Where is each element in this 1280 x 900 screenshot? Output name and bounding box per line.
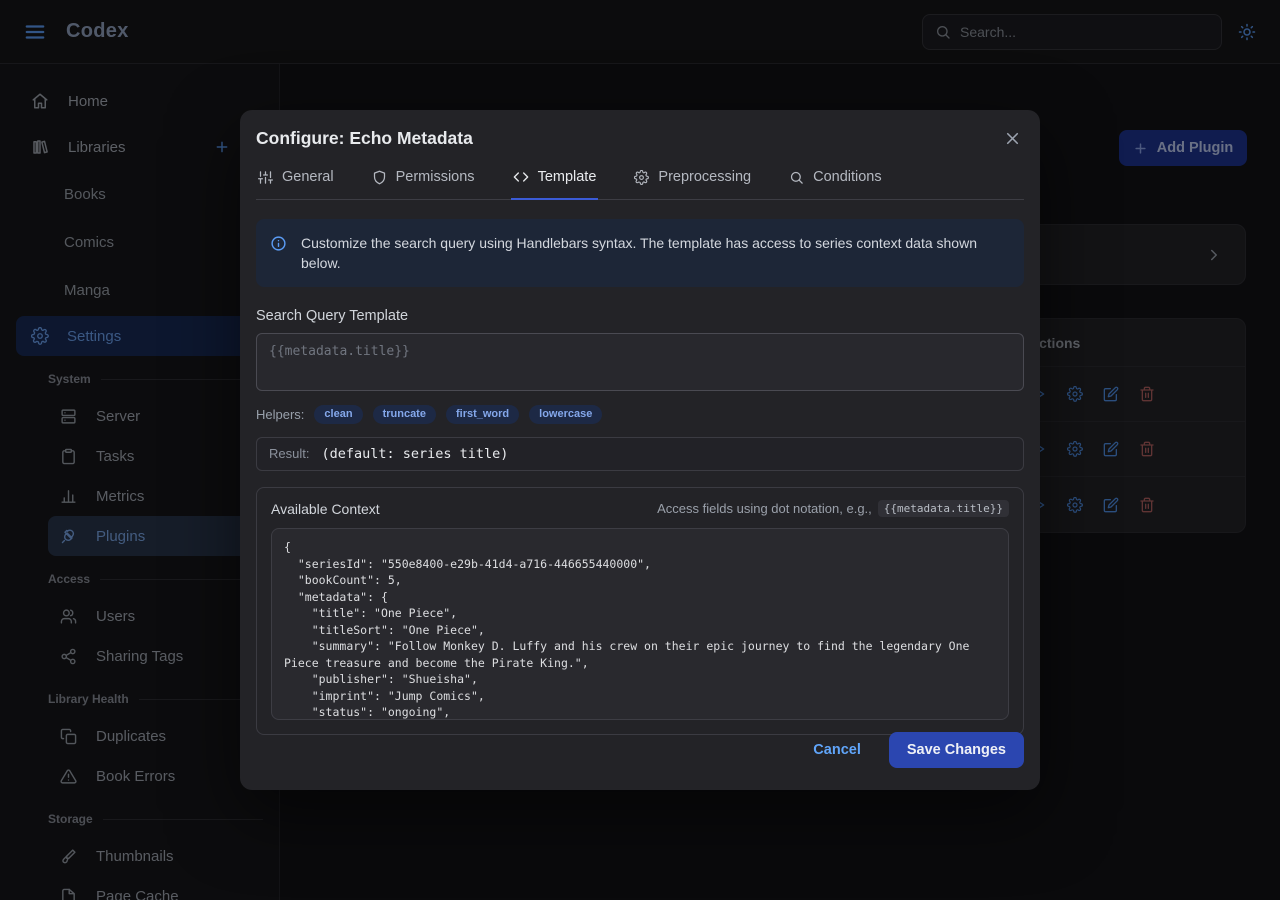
tab-label: Preprocessing — [658, 169, 751, 185]
helpers-row: Helpers: clean truncate first_word lower… — [256, 405, 1024, 424]
tab-preprocessing[interactable]: Preprocessing — [632, 167, 753, 200]
gear-icon — [634, 170, 649, 185]
helper-badge-clean[interactable]: clean — [314, 405, 362, 424]
info-banner-text: Customize the search query using Handleb… — [301, 233, 1004, 273]
helper-badge-lowercase[interactable]: lowercase — [529, 405, 602, 424]
tab-label: Template — [538, 169, 597, 185]
dialog-tabs: General Permissions Template Preprocessi… — [256, 167, 1024, 200]
context-json-viewer[interactable]: { "seriesId": "550e8400-e29b-41d4-a716-4… — [271, 528, 1009, 720]
info-icon — [270, 235, 287, 273]
cancel-button[interactable]: Cancel — [813, 742, 861, 758]
dialog-footer: Cancel Save Changes — [813, 732, 1024, 768]
search-query-template-label: Search Query Template — [256, 308, 1024, 324]
configure-plugin-dialog: Configure: Echo Metadata General Permiss… — [240, 110, 1040, 790]
tab-conditions[interactable]: Conditions — [787, 167, 884, 200]
tab-general[interactable]: General — [256, 167, 336, 200]
search-query-template-input[interactable] — [256, 333, 1024, 391]
result-preview: Result: (default: series title) — [256, 437, 1024, 471]
dialog-title: Configure: Echo Metadata — [256, 128, 473, 149]
shield-icon — [372, 170, 387, 185]
info-banner: Customize the search query using Handleb… — [256, 219, 1024, 287]
tab-label: Conditions — [813, 169, 882, 185]
tab-template[interactable]: Template — [511, 167, 599, 200]
result-value: (default: series title) — [321, 446, 508, 462]
code-icon — [513, 169, 529, 185]
save-changes-button[interactable]: Save Changes — [889, 732, 1024, 768]
search-icon — [789, 170, 804, 185]
tab-label: General — [282, 169, 334, 185]
tab-label: Permissions — [396, 169, 475, 185]
context-hint-code: {{metadata.title}} — [878, 500, 1009, 517]
available-context-title: Available Context — [271, 501, 380, 517]
available-context-panel: Available Context Access fields using do… — [256, 487, 1024, 735]
context-hint-text: Access fields using dot notation, e.g., — [657, 501, 872, 516]
tab-permissions[interactable]: Permissions — [370, 167, 477, 200]
result-label: Result: — [269, 446, 309, 461]
helpers-label: Helpers: — [256, 407, 304, 422]
context-json-content: { "seriesId": "550e8400-e29b-41d4-a716-4… — [284, 539, 996, 720]
helper-badge-first-word[interactable]: first_word — [446, 405, 519, 424]
close-icon[interactable] — [1001, 127, 1024, 150]
helper-badge-truncate[interactable]: truncate — [373, 405, 436, 424]
context-hint: Access fields using dot notation, e.g., … — [657, 500, 1009, 517]
sliders-icon — [258, 170, 273, 185]
